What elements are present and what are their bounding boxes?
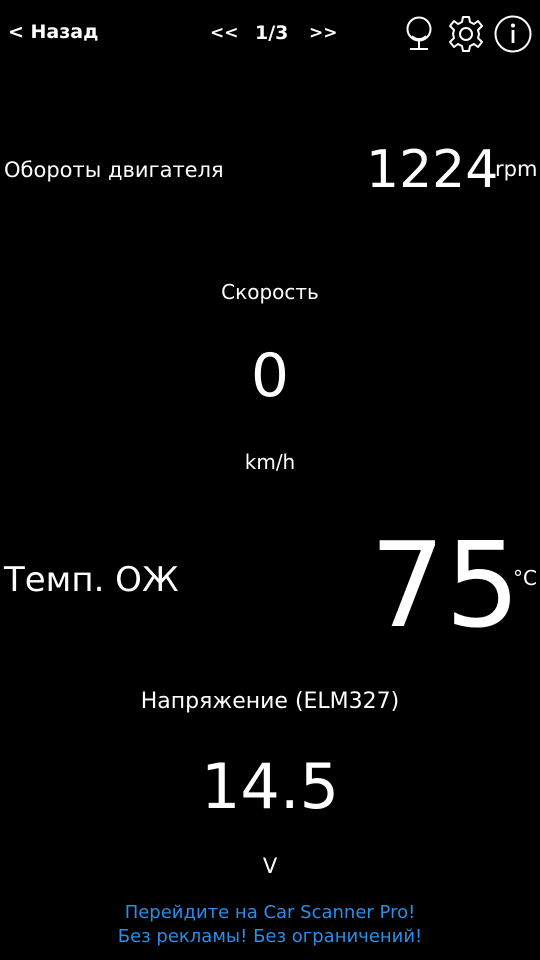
- info-button[interactable]: [493, 14, 533, 54]
- back-button[interactable]: < Назад: [8, 21, 98, 43]
- microphone-icon: [406, 16, 432, 50]
- speed-value: 0: [250, 341, 290, 411]
- promo-line-2: Без рекламы! Без ограничений!: [117, 926, 423, 947]
- microphone-button[interactable]: [399, 14, 439, 54]
- voltage-value: 14.5: [200, 750, 340, 823]
- coolant-temp-value: 75: [370, 516, 521, 654]
- coolant-temp-unit: °C: [513, 566, 537, 590]
- speed-label: Скорость: [221, 280, 319, 304]
- prev-page-button[interactable]: <<: [210, 23, 239, 43]
- promo-line-1: Перейдите на Car Scanner Pro!: [124, 902, 416, 923]
- upgrade-promo-link[interactable]: Перейдите на Car Scanner Pro! Без реклам…: [0, 901, 540, 949]
- top-bar: < Назад << 1/3 >>: [0, 0, 540, 68]
- next-page-button[interactable]: >>: [309, 23, 338, 43]
- page-indicator: 1/3: [255, 22, 289, 44]
- rpm-value: 1224: [366, 140, 499, 200]
- voltage-unit: V: [262, 854, 278, 878]
- gear-icon: [449, 16, 483, 52]
- coolant-temp-label: Темп. ОЖ: [4, 560, 179, 600]
- rpm-label: Обороты двигателя: [4, 158, 224, 182]
- rpm-unit: rpm: [495, 157, 538, 181]
- voltage-label: Напряжение (ELM327): [140, 689, 400, 714]
- info-icon: [494, 15, 532, 53]
- speed-unit: km/h: [244, 450, 296, 474]
- settings-button[interactable]: [446, 14, 486, 54]
